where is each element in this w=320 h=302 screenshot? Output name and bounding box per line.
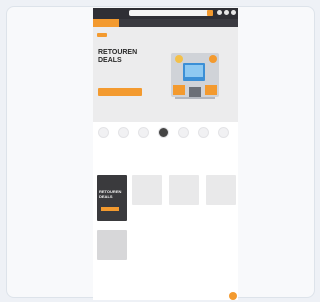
wishlist-icon[interactable] xyxy=(224,10,229,15)
category-icon[interactable] xyxy=(198,127,209,138)
category-icon[interactable] xyxy=(158,127,169,138)
search-button[interactable] xyxy=(207,10,213,16)
search-input[interactable] xyxy=(129,10,213,16)
category-icon[interactable] xyxy=(218,127,229,138)
category-icon[interactable] xyxy=(178,127,189,138)
product-image[interactable] xyxy=(132,175,162,205)
product-image[interactable] xyxy=(206,175,236,205)
product-image[interactable] xyxy=(97,230,127,260)
hero-title: RETOUREN DEALS xyxy=(98,49,138,64)
web-page: RETOUREN DEALS RETOUREN DEALS xyxy=(93,8,238,300)
cart-icon[interactable] xyxy=(231,10,236,15)
hero-badge xyxy=(97,33,107,37)
account-icon[interactable] xyxy=(217,10,222,15)
category-icon[interactable] xyxy=(118,127,129,138)
promo-title: RETOUREN DEALS xyxy=(99,189,122,199)
promo-button[interactable] xyxy=(101,207,119,211)
hero-illustration xyxy=(165,45,225,108)
all-categories-button[interactable] xyxy=(93,19,119,27)
site-logo[interactable] xyxy=(96,10,118,17)
category-icon[interactable] xyxy=(138,127,149,138)
chat-button[interactable] xyxy=(229,292,237,300)
hero-cta-button[interactable] xyxy=(98,88,142,96)
product-image[interactable] xyxy=(169,175,199,205)
category-icon[interactable] xyxy=(98,127,109,138)
